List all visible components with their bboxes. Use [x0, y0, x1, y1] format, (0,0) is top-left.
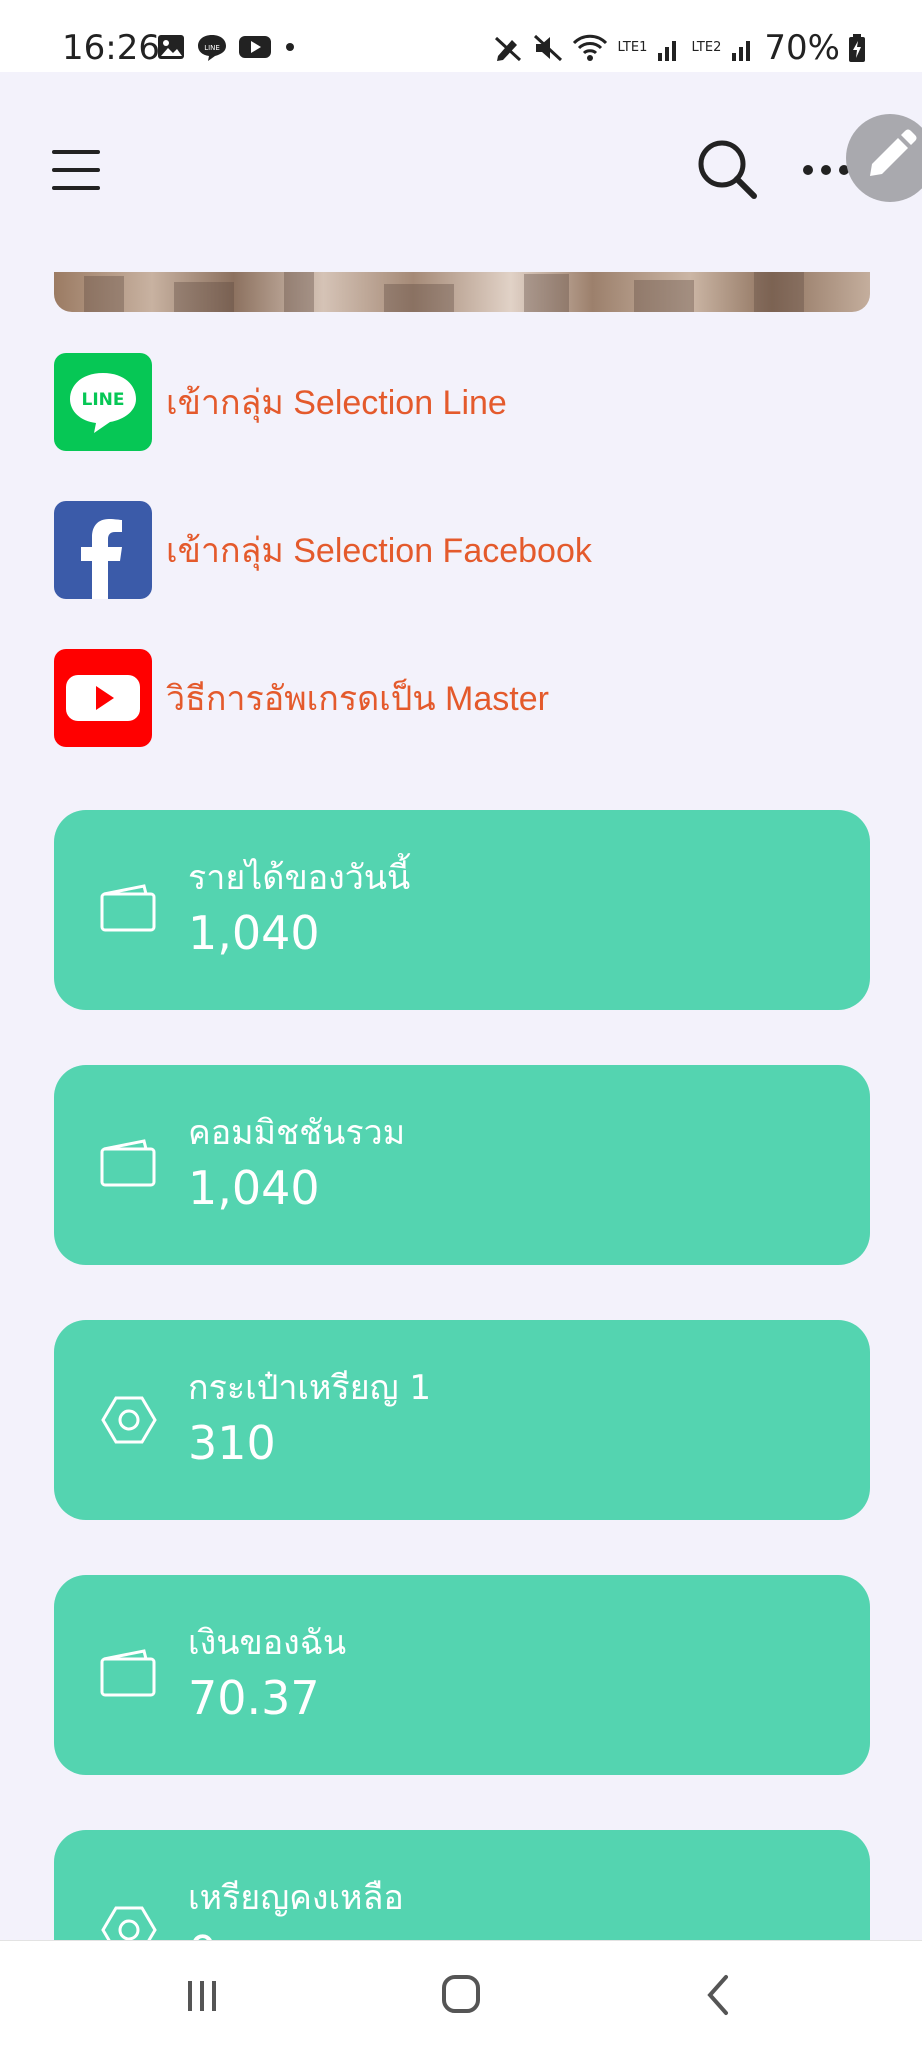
banner-decoration [634, 280, 694, 312]
my-money-value: 70.37 [188, 1671, 320, 1725]
notification-icons: LINE [156, 32, 298, 62]
banner-decoration [754, 272, 804, 312]
youtube-icon [54, 649, 152, 747]
search-button[interactable] [696, 138, 760, 202]
today-income-title: รายได้ของวันนี้ [188, 858, 411, 898]
banner-decoration [84, 276, 124, 312]
coin-wallet-title: กระเป๋าเหรียญ 1 [188, 1368, 432, 1408]
menu-line [52, 168, 100, 172]
facebook-icon [54, 501, 152, 599]
hexagon-nut-icon [101, 1396, 157, 1444]
battery-charging-icon [849, 34, 865, 62]
menu-line [52, 186, 100, 190]
banner-decoration [524, 274, 569, 312]
menu-button[interactable] [52, 146, 102, 194]
line-app-icon: LINE [54, 353, 152, 451]
mute-icon [534, 34, 563, 62]
home-button[interactable] [429, 1965, 493, 2025]
search-icon [698, 140, 757, 199]
coin-wallet-card[interactable]: กระเป๋าเหรียญ 1 310 [54, 1320, 870, 1520]
today-income-value: 1,040 [188, 906, 320, 960]
svg-text:LINE: LINE [82, 390, 125, 410]
total-commission-value: 1,040 [188, 1161, 320, 1215]
coin-balance-title: เหรียญคงเหลือ [188, 1878, 404, 1918]
wallet-icon [100, 1649, 156, 1697]
recent-apps-button[interactable] [170, 1965, 234, 2025]
system-navigation-bar [0, 1940, 922, 2048]
hamburger-menu-icon [52, 150, 100, 154]
signal-2-label: LTE2 [691, 40, 722, 55]
status-time: 16:26 [62, 28, 160, 68]
my-money-title: เงินของฉัน [188, 1623, 347, 1663]
dot-icon [286, 43, 294, 51]
banner-decoration [284, 272, 314, 312]
today-income-card[interactable]: รายได้ของวันนี้ 1,040 [54, 810, 870, 1010]
battery-percent: 70% [764, 28, 840, 68]
banner-decoration [174, 282, 234, 312]
wallet-icon [100, 884, 156, 932]
coin-wallet-value: 310 [188, 1416, 276, 1470]
image-notification-icon [158, 35, 184, 59]
link-line-group[interactable]: LINE เข้ากลุ่ม Selection Line [54, 352, 870, 452]
back-icon [707, 1975, 728, 2015]
my-money-card[interactable]: เงินของฉัน 70.37 [54, 1575, 870, 1775]
app-screen: 16:26 LINE LTE1 LTE2 70% LINE เข้ากลุ่ม … [0, 0, 922, 2048]
recent-apps-icon [188, 1981, 216, 2011]
link-youtube-master[interactable]: วิธีการอัพเกรดเป็น Master [54, 648, 870, 748]
banner-image [54, 272, 870, 312]
total-commission-title: คอมมิชชันรวม [188, 1113, 406, 1153]
system-status-icons: LTE1 LTE2 70% [492, 28, 866, 68]
banner-decoration [384, 284, 454, 312]
link-facebook-label: เข้ากลุ่ม Selection Facebook [166, 532, 592, 570]
back-button[interactable] [688, 1965, 752, 2025]
link-youtube-label: วิธีการอัพเกรดเป็น Master [166, 680, 549, 718]
signal-bars-1-icon [658, 41, 677, 61]
youtube-notification-icon [239, 36, 271, 58]
signal-1-label: LTE1 [617, 40, 648, 55]
line-notification-icon: LINE [198, 35, 226, 61]
svg-text:LINE: LINE [204, 44, 220, 52]
signal-bars-2-icon [732, 41, 751, 61]
link-facebook-group[interactable]: เข้ากลุ่ม Selection Facebook [54, 500, 870, 600]
home-icon [442, 1975, 480, 2013]
link-line-label: เข้ากลุ่ม Selection Line [166, 384, 507, 422]
pencil-off-icon [495, 36, 522, 62]
edit-button[interactable] [846, 114, 922, 202]
total-commission-card[interactable]: คอมมิชชันรวม 1,040 [54, 1065, 870, 1265]
wifi-icon [573, 34, 608, 61]
status-bar: 16:26 LINE LTE1 LTE2 70% [0, 0, 922, 72]
pencil-icon [870, 129, 917, 176]
wallet-icon [100, 1139, 156, 1187]
